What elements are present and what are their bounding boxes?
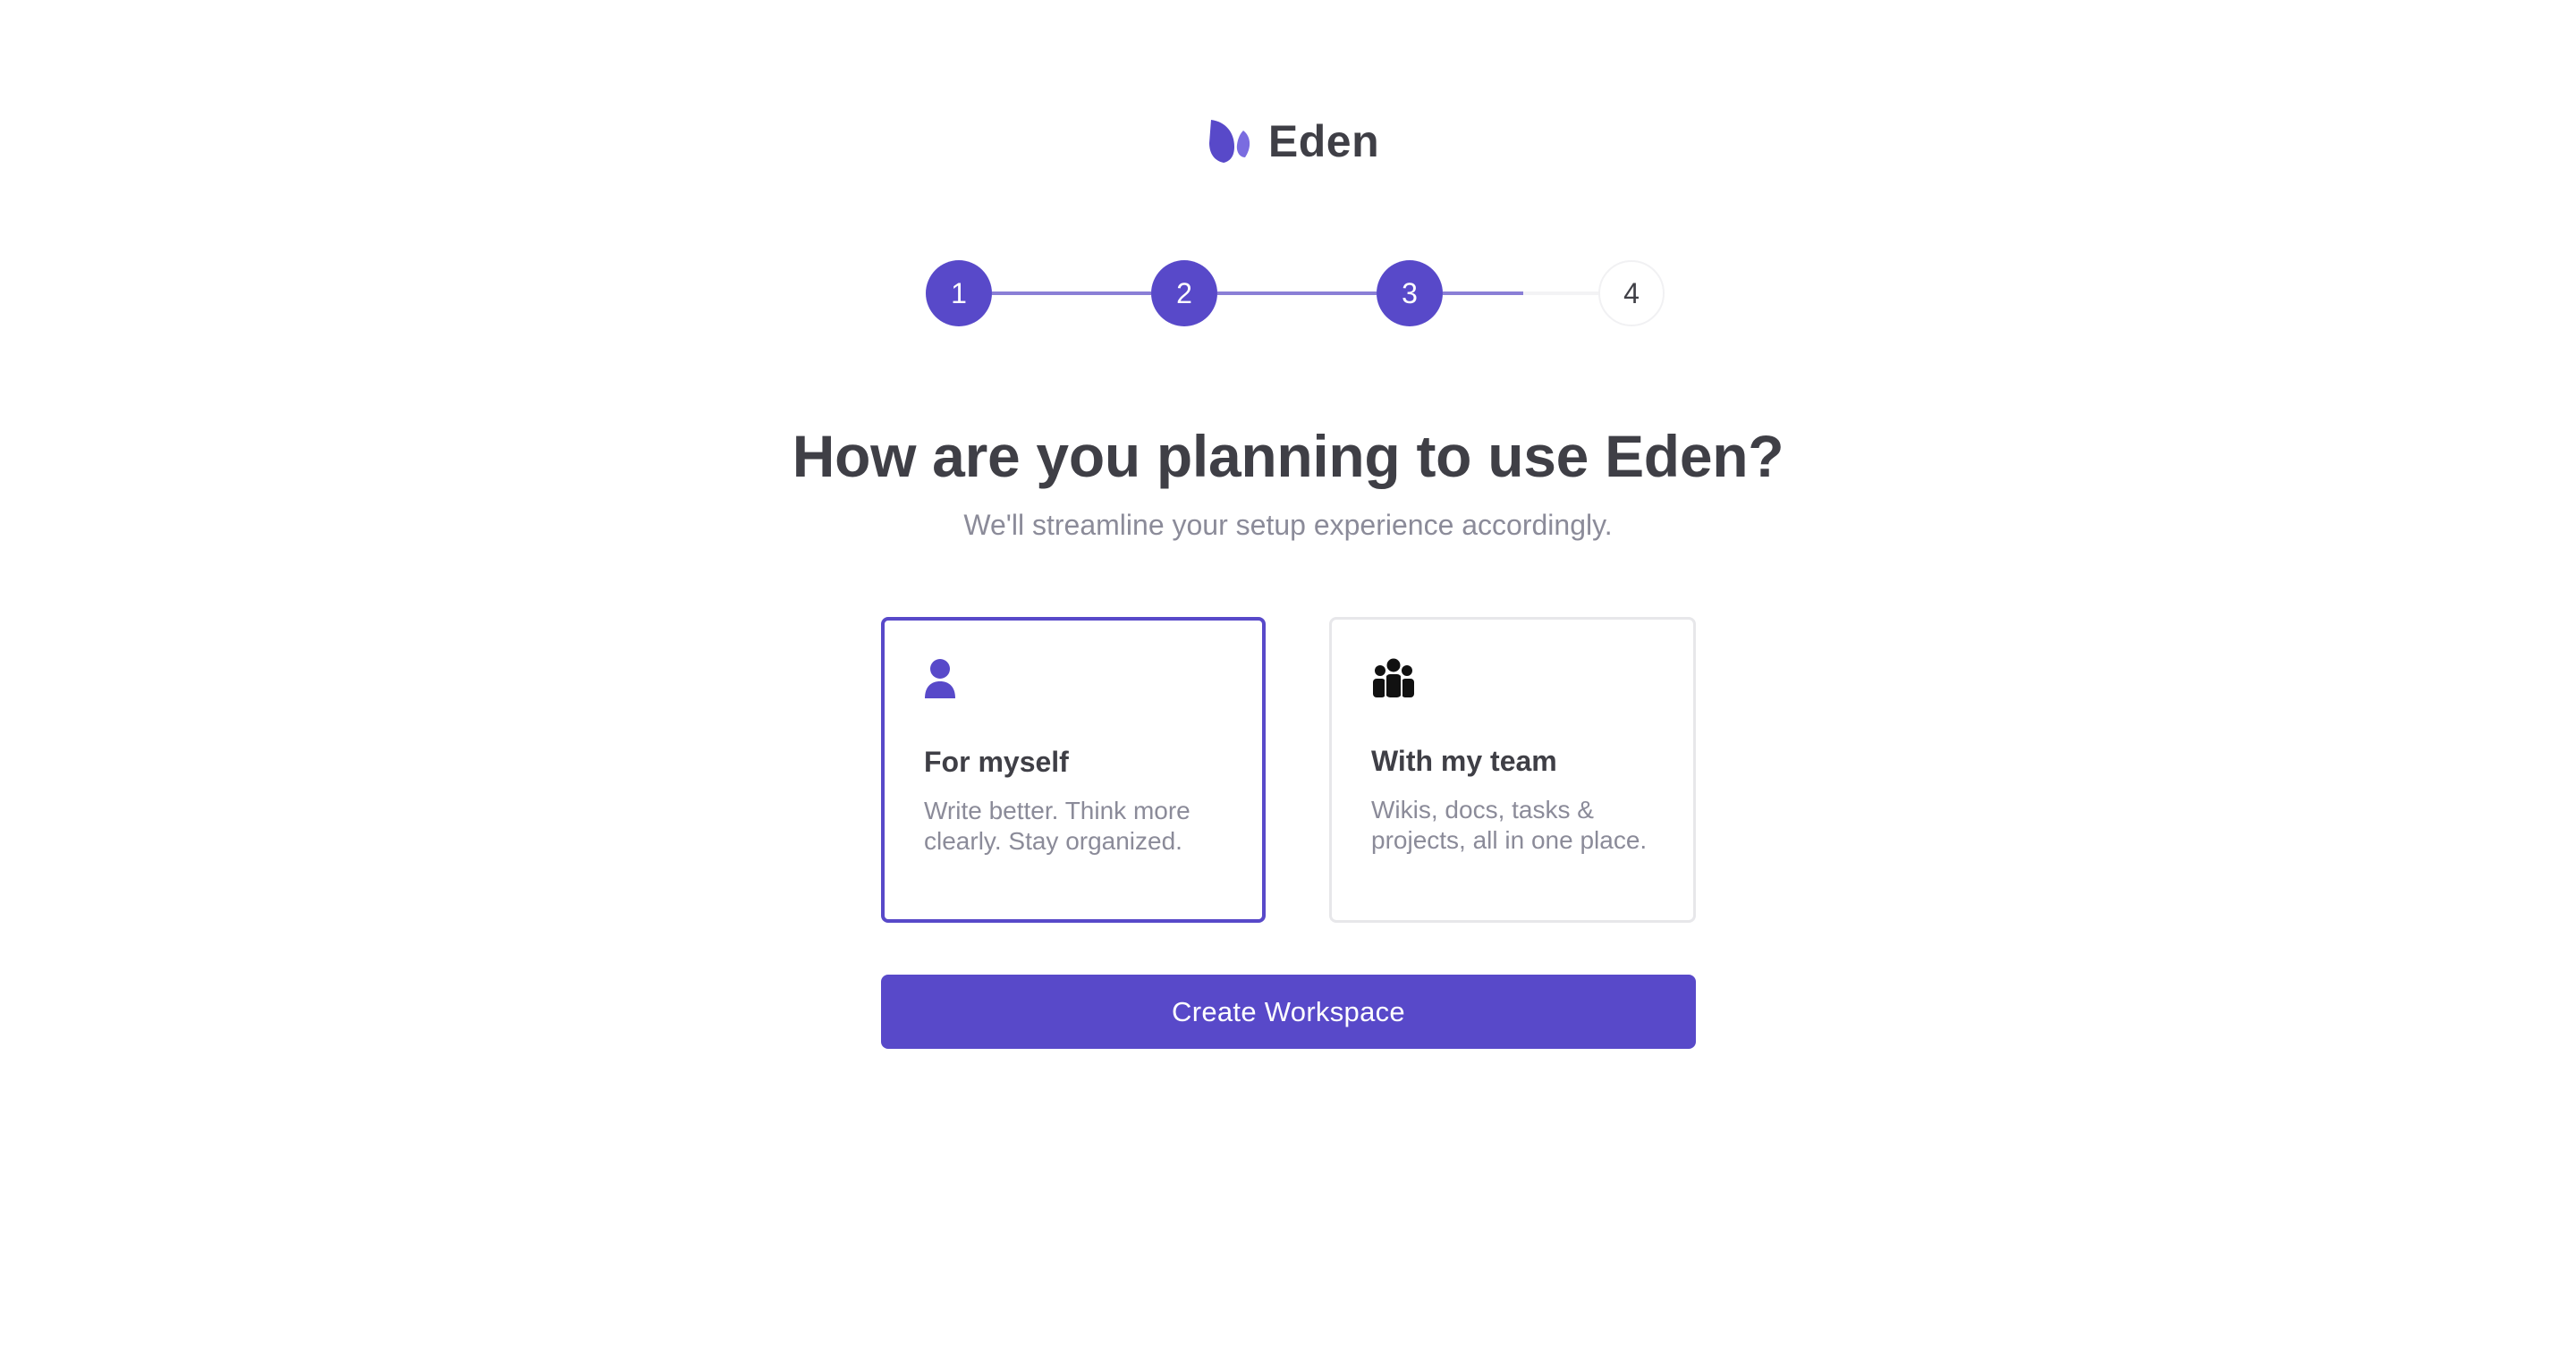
step-2-label: 2 [1176,276,1192,309]
onboarding-page: Eden 1 2 3 4 How are you planning to use… [0,0,2576,1360]
progress-stepper: 1 2 3 4 [926,260,1665,326]
page-subtitle: We'll streamline your setup experience a… [963,509,1613,541]
leaf-logo-icon [1208,120,1250,163]
brand-name: Eden [1267,116,1380,166]
step-connector-3-4-remaining [1523,291,1602,295]
step-1: 1 [926,260,992,326]
brand-logo: Eden [1208,115,1379,167]
step-3: 3 [1377,260,1443,326]
user-icon [925,659,955,698]
option-description: Wikis, docs, tasks & projects, all in on… [1371,796,1648,854]
brand-header: Eden [0,106,2576,177]
page-title: How are you planning to use Eden? [792,423,1784,489]
create-workspace-button[interactable]: Create Workspace [881,975,1696,1049]
option-title: For myself [924,746,1069,778]
step-1-label: 1 [951,276,967,309]
step-4: 4 [1598,260,1665,326]
step-3-label: 3 [1402,276,1418,309]
option-card-for-myself[interactable]: For myself Write better. Think more clea… [881,617,1266,923]
step-2: 2 [1151,260,1217,326]
step-4-label: 4 [1623,276,1640,309]
step-connector-1-2 [992,291,1151,295]
step-connector-2-3 [1217,291,1377,295]
option-card-with-my-team[interactable]: With my team Wikis, docs, tasks & projec… [1329,617,1696,923]
team-icon [1373,658,1414,697]
option-description: Write better. Think more clearly. Stay o… [924,797,1191,855]
step-connector-3-4-progress [1443,291,1523,295]
option-title: With my team [1371,745,1557,777]
